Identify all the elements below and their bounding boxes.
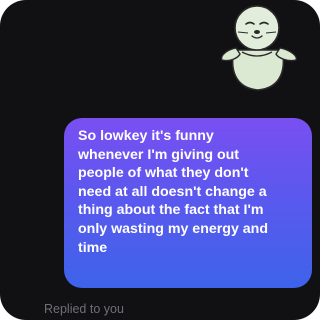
message-text: So lowkey it's funny whenever I'm giving… (78, 128, 269, 256)
message-bubble[interactable]: So lowkey it's funny whenever I'm giving… (64, 118, 312, 288)
chat-screen: So lowkey it's funny whenever I'm giving… (0, 0, 320, 320)
replied-to-you-label: Replied to you (44, 302, 124, 316)
seal-sticker-icon[interactable] (212, 0, 304, 92)
